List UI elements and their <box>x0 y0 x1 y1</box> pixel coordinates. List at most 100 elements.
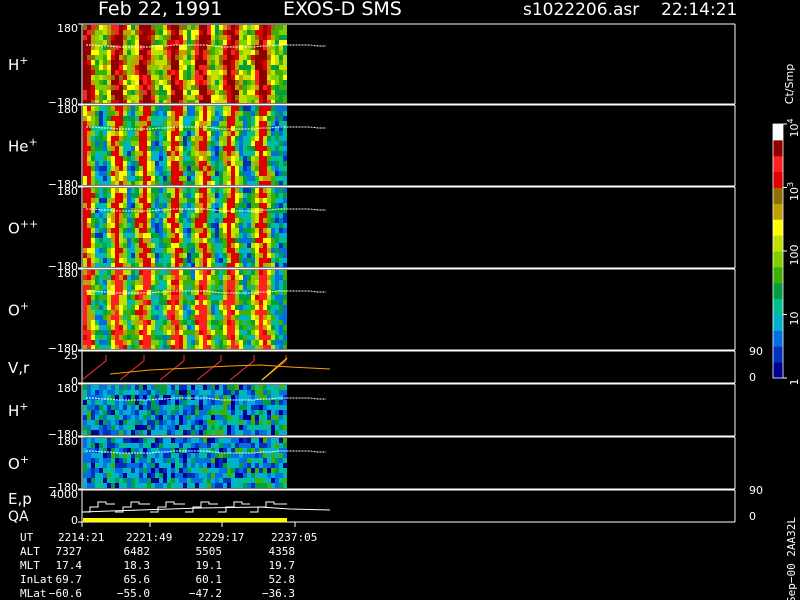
spectro-cell <box>271 415 275 420</box>
spectro-cell <box>175 270 179 275</box>
spectro-cell <box>103 443 107 448</box>
spectro-cell <box>91 218 95 223</box>
spectro-cell <box>271 468 275 473</box>
spectro-cell <box>175 443 179 448</box>
spectro-cell <box>215 25 219 30</box>
spectro-cell <box>91 233 95 238</box>
spectro-cell <box>159 181 163 185</box>
spectro-cell <box>235 270 239 275</box>
colorbar: 110100103104Ct/Smp <box>772 64 800 386</box>
spectro-cell <box>211 483 215 488</box>
spectro-cell <box>215 166 219 171</box>
spectro-cell <box>179 193 183 198</box>
spectro-cell <box>111 340 115 345</box>
spectro-cell <box>247 218 251 223</box>
spectro-cell <box>279 425 283 430</box>
spectro-cell <box>215 463 219 468</box>
spectro-cell <box>271 121 275 126</box>
spectro-cell <box>111 468 115 473</box>
spectro-cell <box>191 233 195 238</box>
spectro-cell <box>147 395 151 400</box>
spectro-cell <box>199 188 203 193</box>
spectro-cell <box>87 116 91 121</box>
spectro-cell <box>95 483 99 488</box>
spectro-cell <box>199 473 203 478</box>
spectro-cell <box>211 270 215 275</box>
spectro-cell <box>231 141 235 146</box>
spectro-cell <box>103 40 107 45</box>
spectro-cell <box>191 410 195 415</box>
spectro-cell <box>91 198 95 203</box>
spectro-cell <box>279 188 283 193</box>
spectro-cell <box>183 270 187 275</box>
spectro-cell <box>119 453 123 458</box>
spectro-cell <box>175 233 179 238</box>
colorbar-segment <box>773 171 783 188</box>
spectro-cell <box>115 90 119 95</box>
spectro-cell <box>183 35 187 40</box>
spectro-cell <box>271 430 275 435</box>
spectro-cell <box>275 385 279 390</box>
spectro-cell <box>267 171 271 176</box>
spectro-cell <box>183 443 187 448</box>
spectro-cell <box>243 275 247 280</box>
spectro-cell <box>139 80 143 85</box>
spectro-cell <box>123 270 127 275</box>
spectro-cell <box>255 116 259 121</box>
spectro-cell <box>155 325 159 330</box>
spectro-cell <box>171 141 175 146</box>
spectro-cell <box>247 171 251 176</box>
spectro-cell <box>111 238 115 243</box>
spectro-cell <box>279 85 283 90</box>
spectro-cell <box>167 141 171 146</box>
spectro-cell <box>147 203 151 208</box>
spectro-cell <box>247 228 251 233</box>
spectro-cell <box>135 188 139 193</box>
spectro-cell <box>99 131 103 136</box>
spectro-cell <box>139 263 143 267</box>
spectro-cell <box>111 243 115 248</box>
spectro-cell <box>231 315 235 320</box>
spectro-cell <box>227 395 231 400</box>
spectro-cell <box>171 275 175 280</box>
spectro-cell <box>143 453 147 458</box>
spectro-cell <box>243 85 247 90</box>
spectro-cell <box>283 243 287 248</box>
spectro-cell <box>211 50 215 55</box>
spectro-cell <box>203 443 207 448</box>
spectro-cell <box>87 438 91 443</box>
spectro-cell <box>107 80 111 85</box>
spectro-cell <box>107 248 111 253</box>
spectro-cell <box>119 258 123 263</box>
spectro-cell <box>263 345 267 349</box>
spectro-cell <box>155 85 159 90</box>
spectro-cell <box>235 305 239 310</box>
spectro-cell <box>99 320 103 325</box>
spectro-cell <box>151 213 155 218</box>
spectro-cell <box>131 310 135 315</box>
spectro-cell <box>107 213 111 218</box>
spectro-cell <box>211 275 215 280</box>
spectro-cell <box>275 405 279 410</box>
spectro-cell <box>159 136 163 141</box>
spectro-cell <box>83 295 87 300</box>
spectro-cell <box>159 55 163 60</box>
spectro-cell <box>155 280 159 285</box>
spectro-cell <box>251 243 255 248</box>
spectro-cell <box>83 213 87 218</box>
spectro-cell <box>155 315 159 320</box>
spectro-cell <box>179 203 183 208</box>
spectro-cell <box>267 100 271 103</box>
spectro-cell <box>275 111 279 116</box>
spectro-cell <box>283 181 287 185</box>
spectro-cell <box>143 305 147 310</box>
spectro-cell <box>259 85 263 90</box>
spectro-cell <box>159 238 163 243</box>
spectro-cell <box>215 270 219 275</box>
spectro-cell <box>243 111 247 116</box>
spectro-cell <box>235 131 239 136</box>
spectro-cell <box>127 90 131 95</box>
spectro-cell <box>207 238 211 243</box>
spectro-cell <box>159 228 163 233</box>
footer-value: 60.1 <box>196 573 223 586</box>
